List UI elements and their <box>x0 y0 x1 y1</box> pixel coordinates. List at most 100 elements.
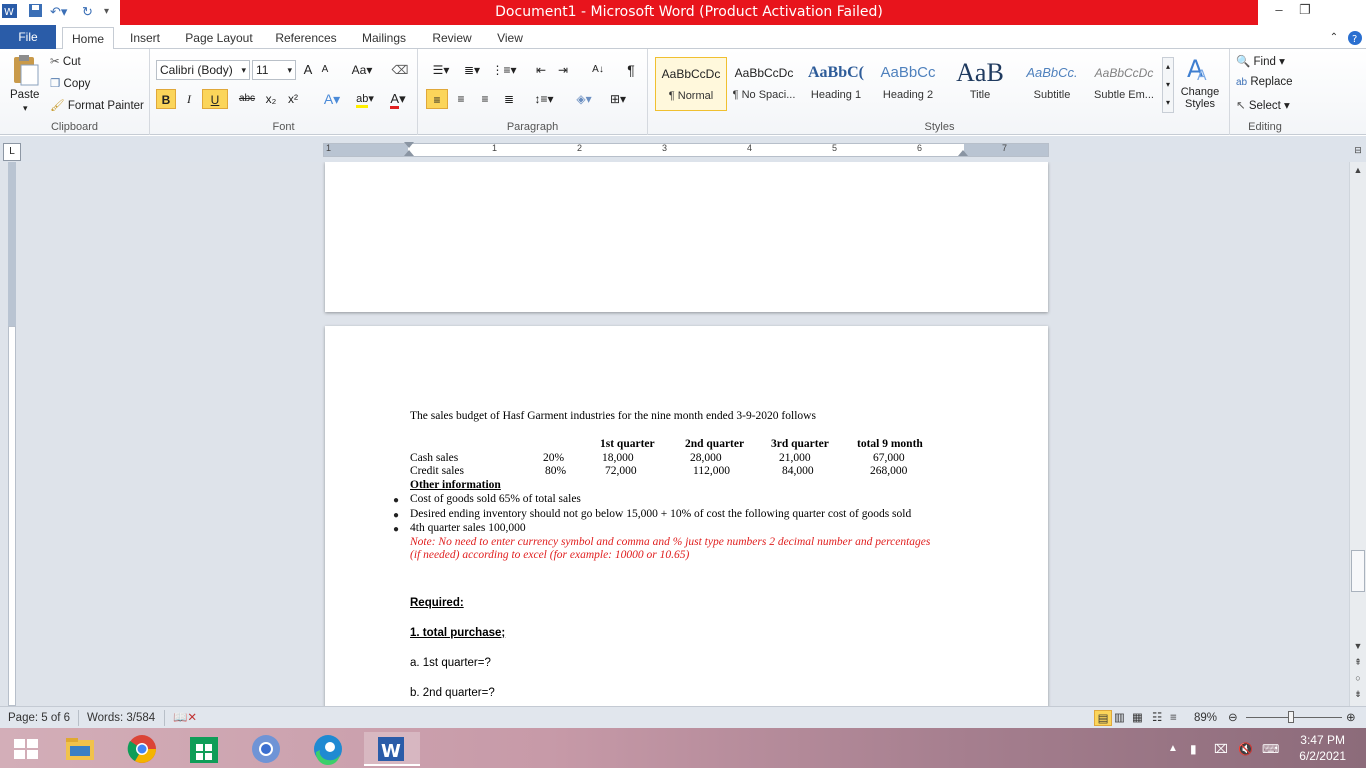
chrome-icon[interactable] <box>118 732 166 766</box>
battery-icon[interactable]: ▮ <box>1190 732 1208 766</box>
increase-indent-icon[interactable]: ⇥ <box>554 60 572 80</box>
format-painter-button[interactable]: 🖌 Format Painter <box>50 98 144 112</box>
close-icon[interactable]: ✕ <box>1322 0 1356 22</box>
replace-button[interactable]: ab Replace <box>1236 76 1293 88</box>
strikethrough-button[interactable]: abc <box>236 89 258 109</box>
font-size-combo[interactable]: 11 ▾ <box>252 60 296 80</box>
draft-icon[interactable]: ≡ <box>1170 710 1177 726</box>
vertical-ruler[interactable] <box>8 162 16 706</box>
proofing-icon[interactable]: 📖✕ <box>164 710 197 726</box>
paste-dropdown-icon[interactable]: ▾ <box>23 103 28 114</box>
web-layout-icon[interactable]: ▦ <box>1132 710 1143 726</box>
page-indicator[interactable]: Page: 5 of 6 <box>8 710 70 726</box>
volume-muted-icon[interactable]: 🔇 <box>1238 732 1258 766</box>
line-spacing-icon[interactable]: ↕≡▾ <box>530 89 558 109</box>
style-title[interactable]: AaB Title <box>944 57 1016 111</box>
copy-button[interactable]: ❐ Copy <box>50 76 90 90</box>
style-subtitle[interactable]: AaBbCc. Subtitle <box>1016 57 1088 111</box>
borders-icon[interactable]: ⊞▾ <box>604 89 632 109</box>
current-page[interactable]: The sales budget of Hasf Garment industr… <box>325 326 1048 706</box>
customize-quick-access-icon[interactable]: ▾ <box>104 3 109 21</box>
zoom-slider-thumb[interactable] <box>1288 711 1294 723</box>
bold-button[interactable]: B <box>156 89 176 109</box>
next-page-icon[interactable]: ⇟ <box>1350 686 1366 702</box>
numbering-icon[interactable]: ≣▾ <box>458 60 486 80</box>
tab-insert[interactable]: Insert <box>122 27 168 49</box>
shrink-font-button[interactable]: A <box>318 60 332 80</box>
change-styles-button[interactable]: AA Change Styles <box>1178 53 1222 110</box>
document-area[interactable]: The sales budget of Hasf Garment industr… <box>0 162 1349 706</box>
network-icon[interactable]: ⌧ <box>1214 732 1232 766</box>
change-case-button[interactable]: Aa▾ <box>348 60 376 80</box>
zoom-out-icon[interactable]: ⊖ <box>1228 710 1238 726</box>
style-normal[interactable]: AaBbCcDc ¶ Normal <box>655 57 727 111</box>
style-heading-1[interactable]: AaBbC( Heading 1 <box>800 57 872 111</box>
font-name-combo[interactable]: Calibri (Body) ▾ <box>156 60 250 80</box>
right-indent-marker[interactable] <box>958 150 968 156</box>
font-color-icon[interactable]: A▾ <box>384 89 412 109</box>
tab-references[interactable]: References <box>270 27 342 49</box>
paste-button[interactable] <box>8 53 42 90</box>
cut-button[interactable]: ✂ Cut <box>50 54 81 68</box>
underline-button[interactable]: U <box>202 89 228 109</box>
align-center-icon[interactable]: ≡ <box>450 89 472 109</box>
show-formatting-marks-icon[interactable]: ¶ <box>622 60 640 80</box>
justify-icon[interactable]: ≣ <box>498 89 520 109</box>
start-button[interactable] <box>2 732 50 766</box>
highlight-icon[interactable]: ab▾ <box>350 89 380 109</box>
scroll-thumb[interactable] <box>1351 550 1365 592</box>
undo-icon[interactable]: ↶▾ <box>50 3 67 21</box>
subscript-button[interactable]: x₂ <box>262 89 280 109</box>
print-layout-icon[interactable]: ▤ <box>1094 710 1112 726</box>
minimize-ribbon-icon[interactable]: ⌃ <box>1326 27 1342 49</box>
edge-icon[interactable] <box>304 732 352 766</box>
tab-page-layout[interactable]: Page Layout <box>180 27 258 49</box>
zoom-slider[interactable] <box>1246 717 1342 718</box>
zoom-level[interactable]: 89% <box>1194 710 1217 726</box>
align-right-icon[interactable]: ≡ <box>474 89 496 109</box>
view-ruler-icon[interactable]: ⊟ <box>1350 142 1366 158</box>
first-line-indent-marker[interactable] <box>404 142 414 148</box>
previous-page[interactable] <box>325 162 1048 312</box>
tab-view[interactable]: View <box>490 27 530 49</box>
tab-selector-icon[interactable]: L <box>3 143 21 161</box>
text-effects-icon[interactable]: A▾ <box>320 89 344 109</box>
style-heading-2[interactable]: AaBbCc Heading 2 <box>872 57 944 111</box>
help-icon[interactable]: ? <box>1346 27 1364 49</box>
tab-review[interactable]: Review <box>426 27 478 49</box>
store-icon[interactable] <box>180 732 228 766</box>
zoom-in-icon[interactable]: ⊕ <box>1346 710 1356 726</box>
restore-icon[interactable]: ❐ <box>1288 0 1322 22</box>
hanging-indent-marker[interactable] <box>404 150 414 156</box>
word-taskbar-icon[interactable]: W <box>364 732 420 766</box>
tab-home[interactable]: Home <box>62 27 114 50</box>
scroll-up-icon[interactable]: ▲ <box>1350 162 1366 178</box>
clear-formatting-icon[interactable]: ⌫ <box>390 60 410 80</box>
decrease-indent-icon[interactable]: ⇤ <box>532 60 550 80</box>
align-left-icon[interactable]: ≡ <box>426 89 448 109</box>
file-tab[interactable]: File <box>0 25 56 49</box>
word-app-icon[interactable]: W <box>2 3 18 21</box>
full-screen-reading-icon[interactable]: ▥ <box>1114 710 1125 726</box>
tab-mailings[interactable]: Mailings <box>354 27 414 49</box>
select-button[interactable]: ↖ Select ▾ <box>1236 98 1290 112</box>
select-browse-object-icon[interactable]: ○ <box>1350 670 1366 686</box>
style-no-spacing[interactable]: AaBbCcDc ¶ No Spaci... <box>728 57 800 111</box>
clock[interactable]: 3:47 PM 6/2/2021 <box>1299 732 1346 764</box>
sort-icon[interactable]: A↓ <box>588 60 608 80</box>
horizontal-ruler[interactable]: 1 1 2 3 4 5 6 7 <box>323 142 1049 157</box>
word-count[interactable]: Words: 3/584 <box>78 710 155 726</box>
find-button[interactable]: 🔍 Find ▾ <box>1236 54 1285 68</box>
save-icon[interactable] <box>28 3 44 21</box>
style-subtle-emphasis[interactable]: AaBbCcDc Subtle Em... <box>1088 57 1160 111</box>
italic-button[interactable]: I <box>180 89 198 109</box>
chrome-alt-icon[interactable] <box>242 732 290 766</box>
show-hidden-icons-icon[interactable]: ▲ <box>1168 732 1182 766</box>
outline-icon[interactable]: ☷ <box>1152 710 1162 726</box>
superscript-button[interactable]: x² <box>284 89 302 109</box>
bullets-icon[interactable]: ☰▾ <box>428 60 454 80</box>
multilevel-list-icon[interactable]: ⋮≡▾ <box>490 60 518 80</box>
redo-icon[interactable]: ↻ <box>82 3 93 21</box>
previous-page-icon[interactable]: ⇞ <box>1350 654 1366 670</box>
vertical-scrollbar[interactable]: ⊟ ▲ ▼ ⇞ ○ ⇟ <box>1349 145 1366 706</box>
